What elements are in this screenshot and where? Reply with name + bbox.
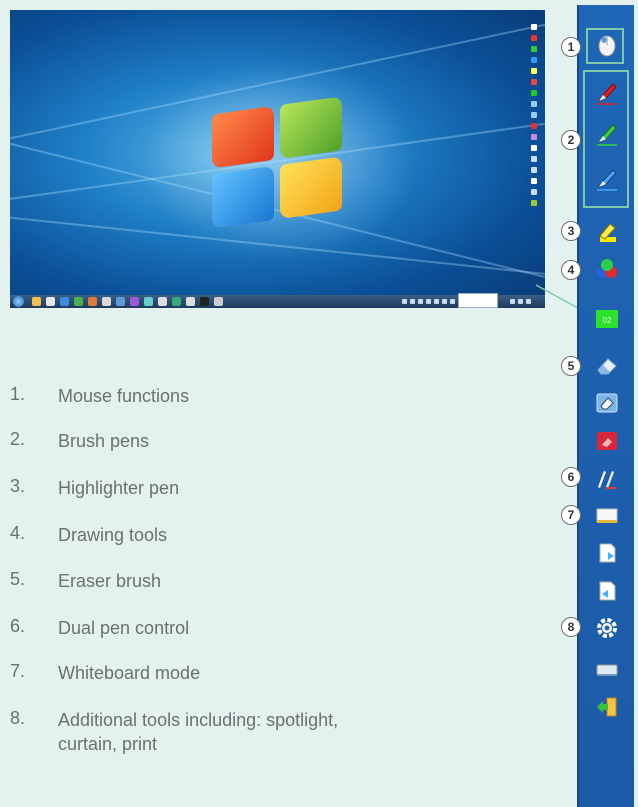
dual-pen-icon[interactable] [594,465,620,491]
eraser-icon[interactable] [594,353,620,379]
feature-label: Additional tools including: spotlight, c… [58,710,339,754]
feature-label: Brush pens [58,431,150,451]
mouse-icon[interactable] [594,33,620,59]
feature-number: 7. [10,661,26,681]
desktop-screenshot [10,10,545,308]
feature-label: Highlighter pen [58,478,180,498]
green-pen-icon[interactable] [594,121,620,147]
tooltip-popup [458,293,498,308]
feature-number: 2. [10,429,26,449]
callout-badge-8: 8 [561,617,581,637]
drawing-tools-icon[interactable] [594,256,620,282]
feature-number: 6. [10,616,26,636]
gear-icon[interactable] [594,615,620,641]
page-back-icon[interactable] [594,578,620,604]
callout-badge-1: 1 [561,37,581,57]
mini-toolbar [528,24,540,282]
callout-badge-4: 4 [561,260,581,280]
blue-pen-icon[interactable] [594,166,620,192]
callout-badge-3: 3 [561,221,581,241]
red-pen-icon[interactable] [594,80,620,106]
feature-number: 1. [10,384,26,404]
callout-badge-5: 5 [561,356,581,376]
clear-page-icon[interactable] [594,428,620,454]
whiteboard-green-icon[interactable]: 02 [594,306,620,332]
feature-label: Whiteboard mode [58,663,201,683]
windows-logo-icon [212,95,348,234]
feature-number: 3. [10,476,26,496]
highlighter-icon[interactable] [594,219,620,245]
feature-label: Dual pen control [58,618,190,638]
callout-badge-2: 2 [561,130,581,150]
svg-text:02: 02 [603,316,612,325]
feature-label: Drawing tools [58,525,168,545]
callout-badge-6: 6 [561,467,581,487]
keyboard-icon[interactable] [594,656,620,682]
area-eraser-icon[interactable] [594,390,620,416]
page-forward-icon[interactable] [594,540,620,566]
whiteboard-icon[interactable] [594,502,620,528]
feature-label: Eraser brush [58,571,162,591]
feature-number: 5. [10,569,26,589]
feature-number: 8. [10,708,26,728]
callout-badge-7: 7 [561,505,581,525]
start-button[interactable] [13,296,24,307]
exit-icon[interactable] [594,694,620,720]
feature-number: 4. [10,523,26,543]
feature-label: Mouse functions [58,386,190,406]
